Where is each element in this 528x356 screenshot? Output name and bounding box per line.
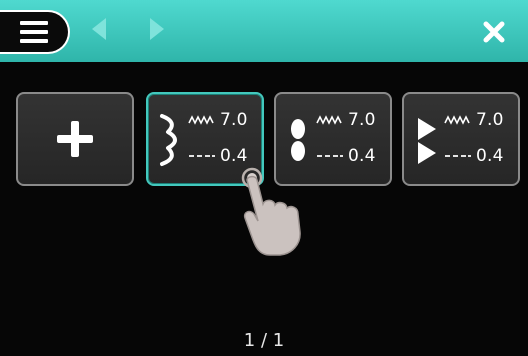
- stitch-length-icon: [317, 155, 343, 157]
- arrow-right-icon[interactable]: [150, 18, 164, 40]
- stitch-width-icon: [444, 115, 470, 125]
- page-indicator: 1 / 1: [243, 330, 285, 351]
- touch-hand-icon: [241, 167, 301, 256]
- stitch-length-value: 0.4: [348, 146, 376, 166]
- zigzag-satin-stitch-icon: [160, 114, 177, 166]
- stitch-length: 0.4: [188, 144, 248, 168]
- stitch-length-icon: [189, 155, 215, 157]
- stitch-length: 0.4: [316, 144, 376, 168]
- stitch-width: 7.0: [188, 108, 248, 132]
- stitch-length-icon: [445, 155, 471, 157]
- plus-icon: [57, 121, 93, 157]
- stitch-length: 0.4: [444, 144, 504, 168]
- add-stitch-button[interactable]: [16, 92, 134, 186]
- close-x-icon: [483, 21, 505, 43]
- menu-button[interactable]: [0, 10, 70, 54]
- stitch-width-icon: [188, 115, 214, 125]
- stitch-width: 7.0: [444, 108, 504, 132]
- stitch-length-value: 0.4: [476, 146, 504, 166]
- top-toolbar: [0, 0, 528, 62]
- stitch-tile-triangle[interactable]: 7.0 0.4: [402, 92, 520, 186]
- stitch-length-value: 0.4: [220, 146, 248, 166]
- stitch-width-value: 7.0: [476, 110, 504, 130]
- stitch-width-value: 7.0: [220, 110, 248, 130]
- oval-satin-stitch-icon: [291, 119, 305, 161]
- stitch-width-icon: [316, 115, 342, 125]
- hamburger-menu-icon: [20, 21, 48, 43]
- arrow-left-icon[interactable]: [92, 18, 106, 40]
- stitch-width: 7.0: [316, 108, 376, 132]
- close-button[interactable]: [474, 12, 514, 52]
- triangle-satin-stitch-icon: [418, 118, 436, 164]
- stitch-width-value: 7.0: [348, 110, 376, 130]
